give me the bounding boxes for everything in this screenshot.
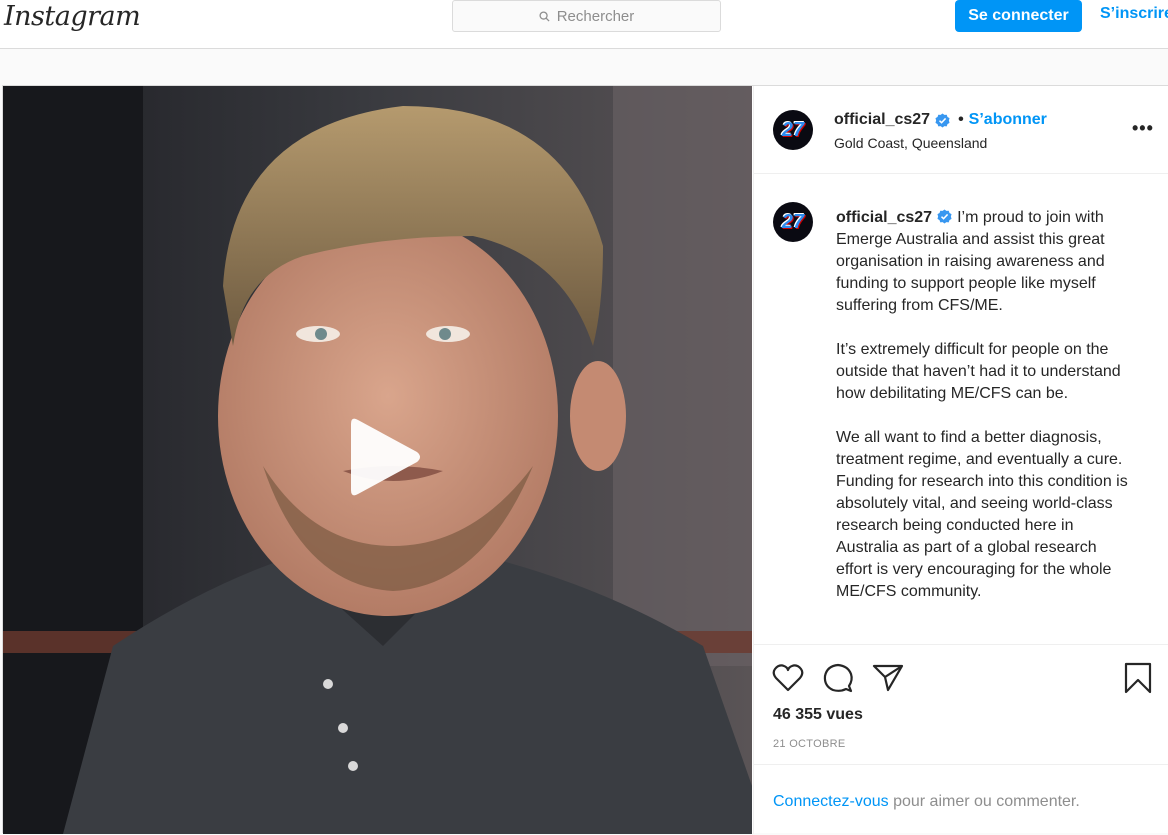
username-link[interactable]: official_cs27	[834, 111, 930, 129]
post-sidebar: 27 official_cs27 • S’abonner Gold Coast,…	[753, 86, 1168, 834]
search-icon	[539, 10, 550, 22]
heart-icon[interactable]	[771, 661, 805, 695]
login-button[interactable]: Se connecter	[955, 0, 1082, 32]
avatar[interactable]: 27	[773, 110, 813, 150]
video-player[interactable]	[3, 86, 752, 834]
avatar-logo: 27	[781, 210, 805, 233]
caption-paragraph: We all want to find a better diagnosis, …	[836, 429, 1128, 600]
comment-icon[interactable]	[821, 661, 855, 695]
login-prompt: Connectez-vous pour aimer ou commenter.	[754, 764, 1168, 835]
share-icon[interactable]	[871, 661, 905, 695]
post-card: 27 official_cs27 • S’abonner Gold Coast,…	[2, 85, 1168, 834]
signup-link[interactable]: S’inscrire	[1100, 5, 1168, 23]
bookmark-icon[interactable]	[1121, 661, 1155, 695]
instagram-logo[interactable]: Instagram	[4, 0, 141, 34]
view-count[interactable]: 46 355 vues	[773, 706, 863, 724]
post-caption: official_cs27 I’m proud to join with Emer…	[836, 207, 1136, 625]
post-header: 27 official_cs27 • S’abonner Gold Coast,…	[754, 86, 1168, 174]
login-link[interactable]: Connectez-vous	[773, 793, 889, 810]
post-date[interactable]: 21 OCTOBRE	[773, 738, 846, 750]
caption-scroll-area[interactable]: 27 official_cs27 I’m proud to join with E…	[754, 175, 1168, 641]
search-placeholder: Rechercher	[556, 7, 635, 25]
verified-badge-icon	[937, 209, 952, 224]
caption-paragraph: It’s extremely difficult for people on t…	[836, 341, 1121, 402]
caption-avatar[interactable]: 27	[773, 202, 813, 242]
more-options-icon[interactable]: •••	[1132, 119, 1154, 137]
login-prompt-text: pour aimer ou commenter.	[888, 793, 1080, 810]
follow-button[interactable]: S’abonner	[969, 111, 1047, 129]
caption-paragraph: official_cs27 I’m proud to join with Emer…	[836, 207, 1136, 317]
avatar-logo: 27	[781, 118, 805, 141]
search-input[interactable]: Rechercher	[452, 0, 721, 32]
top-navigation-bar: Instagram Rechercher Se connecter S’insc…	[0, 0, 1168, 49]
separator-dot: •	[958, 111, 964, 128]
verified-badge-icon	[935, 112, 950, 128]
location-link[interactable]: Gold Coast, Queensland	[834, 135, 987, 151]
post-author: official_cs27 • S’abonner	[834, 111, 1047, 129]
play-icon[interactable]	[343, 416, 423, 498]
post-actions: 46 355 vues 21 OCTOBRE Connectez-vous po…	[754, 644, 1168, 834]
caption-username[interactable]: official_cs27	[836, 209, 932, 226]
